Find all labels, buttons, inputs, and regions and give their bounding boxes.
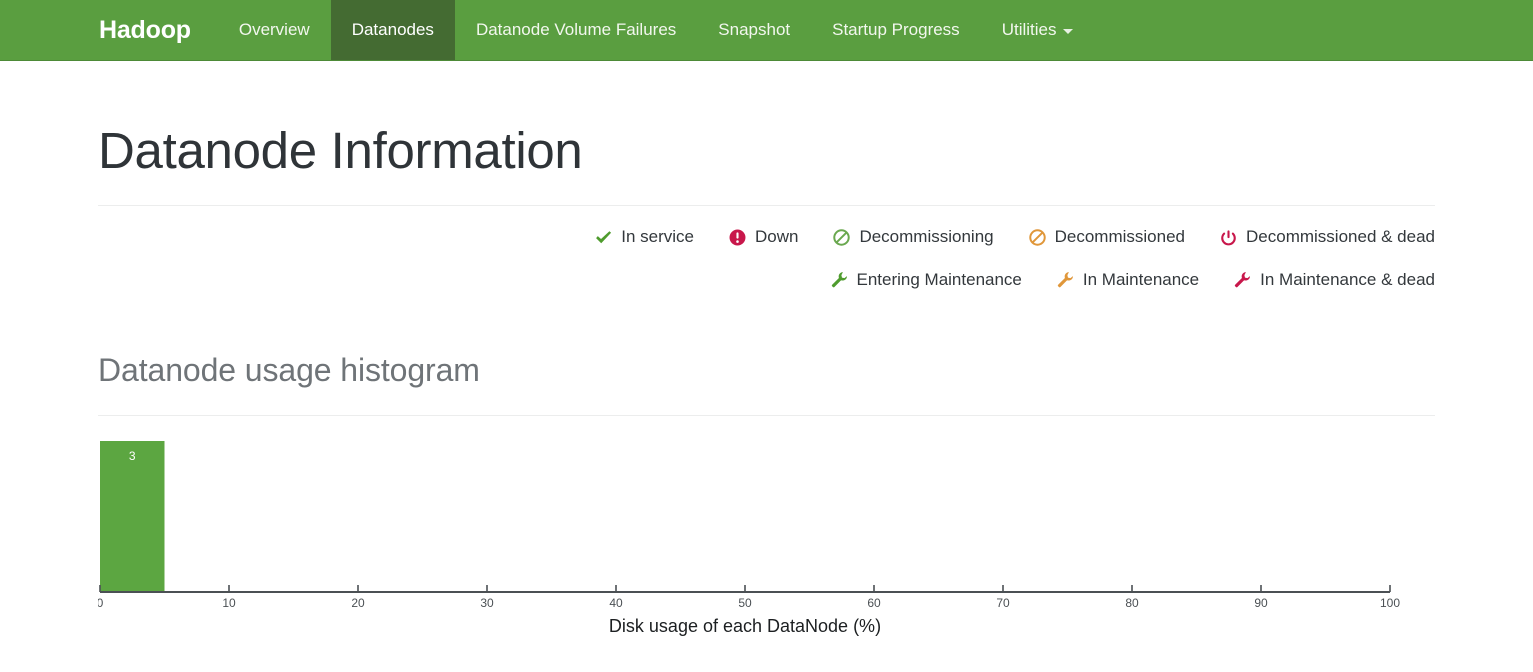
nav-item-label: Startup Progress — [832, 20, 960, 39]
legend-entry-label: Down — [754, 227, 799, 247]
nav-item-snapshot[interactable]: Snapshot — [697, 0, 811, 60]
datanode-usage-histogram: 3 0 10 20 30 40 50 60 70 80 90 100 Disk usage of e… — [98, 435, 1435, 651]
histogram-bar[interactable] — [100, 441, 165, 593]
chevron-down-icon — [1063, 29, 1074, 34]
ban-icon — [1028, 228, 1047, 247]
top-navbar: Hadoop Overview Datanodes Datanode Volume … — [0, 0, 1533, 61]
x-axis-tick-label: 100 — [1380, 596, 1400, 610]
x-axis-tick-label: 50 — [738, 596, 752, 610]
histogram-axis: 0 10 20 30 40 50 60 70 80 90 100 — [98, 585, 1400, 610]
x-axis-tick-label: 20 — [351, 596, 365, 610]
x-axis-tick-label: 0 — [98, 596, 104, 610]
nav-item-overview[interactable]: Overview — [218, 0, 331, 60]
status-legend: In service Down Decommissioning Decommissio… — [98, 206, 1435, 303]
legend-entry-decommissioned: Decommissioned — [1028, 218, 1185, 256]
legend-entry-label: In Maintenance — [1082, 269, 1200, 289]
power-off-icon — [1219, 228, 1238, 247]
legend-entry-down: Down — [728, 218, 798, 256]
wrench-icon — [1056, 270, 1075, 289]
legend-entry-label: In service — [621, 227, 694, 247]
legend-row: In service Down Decommissioning Decommissio… — [98, 218, 1435, 261]
x-axis-tick-label: 70 — [996, 596, 1010, 610]
nav-item-label: Snapshot — [718, 20, 791, 39]
x-axis-tick-label: 30 — [480, 596, 494, 610]
nav-item-startup-progress[interactable]: Startup Progress — [811, 0, 981, 60]
nav-item-utilities[interactable]: Utilities — [981, 0, 1095, 60]
nav-item-label: Overview — [238, 20, 310, 39]
x-axis-tick-label: 10 — [222, 596, 236, 610]
legend-entry-label: Decommissioning — [859, 227, 994, 247]
x-axis-title: Disk usage of each DataNode (%) — [609, 616, 881, 636]
x-axis-tick-label: 60 — [867, 596, 881, 610]
check-icon — [594, 228, 613, 247]
legend-entry-label: Decommissioned — [1054, 227, 1186, 247]
nav-item-datanodes[interactable]: Datanodes — [330, 0, 455, 60]
legend-entry-entering-maintenance: Entering Maintenance — [830, 261, 1022, 299]
ban-icon — [832, 228, 851, 247]
wrench-icon — [1233, 270, 1252, 289]
page-container: Datanode Information In service Down Decom… — [0, 61, 1533, 651]
legend-entry-decommissioning: Decommissioning — [832, 218, 994, 256]
legend-entry-label: Entering Maintenance — [856, 269, 1022, 289]
nav-item-datanode-volume-failures[interactable]: Datanode Volume Failures — [455, 0, 697, 60]
legend-entry-label: Decommissioned & dead — [1246, 227, 1435, 247]
nav-item-label: Utilities — [1001, 20, 1057, 39]
histogram-bar-value: 3 — [129, 449, 136, 463]
x-axis-tick-label: 40 — [609, 596, 623, 610]
legend-entry-label: In Maintenance & dead — [1260, 269, 1435, 289]
wrench-icon — [830, 270, 849, 289]
legend-entry-in-service: In service — [594, 218, 694, 256]
histogram-bars: 3 — [100, 441, 165, 593]
hadoop-brand-link[interactable]: Hadoop — [84, 0, 206, 60]
page-title: Datanode Information — [98, 122, 583, 179]
histogram-section-title: Datanode usage histogram — [98, 352, 480, 389]
legend-entry-in-maintenance-dead: In Maintenance & dead — [1233, 261, 1435, 299]
exclamation-circle-icon — [728, 228, 747, 247]
x-axis-tick-label: 80 — [1125, 596, 1139, 610]
histogram-divider — [98, 415, 1435, 417]
nav-item-label: Datanodes — [351, 20, 434, 39]
navbar-items: Overview Datanodes Datanode Volume Failure… — [218, 0, 1095, 60]
legend-row: Entering Maintenance In Maintenance In Mai… — [98, 261, 1435, 304]
x-axis-tick-label: 90 — [1254, 596, 1268, 610]
legend-entry-in-maintenance: In Maintenance — [1056, 261, 1199, 299]
nav-item-label: Datanode Volume Failures — [475, 20, 677, 39]
legend-entry-decommissioned-dead: Decommissioned & dead — [1219, 218, 1435, 256]
histogram-svg: 3 0 10 20 30 40 50 60 70 80 90 100 Disk usage of e… — [98, 441, 1400, 636]
